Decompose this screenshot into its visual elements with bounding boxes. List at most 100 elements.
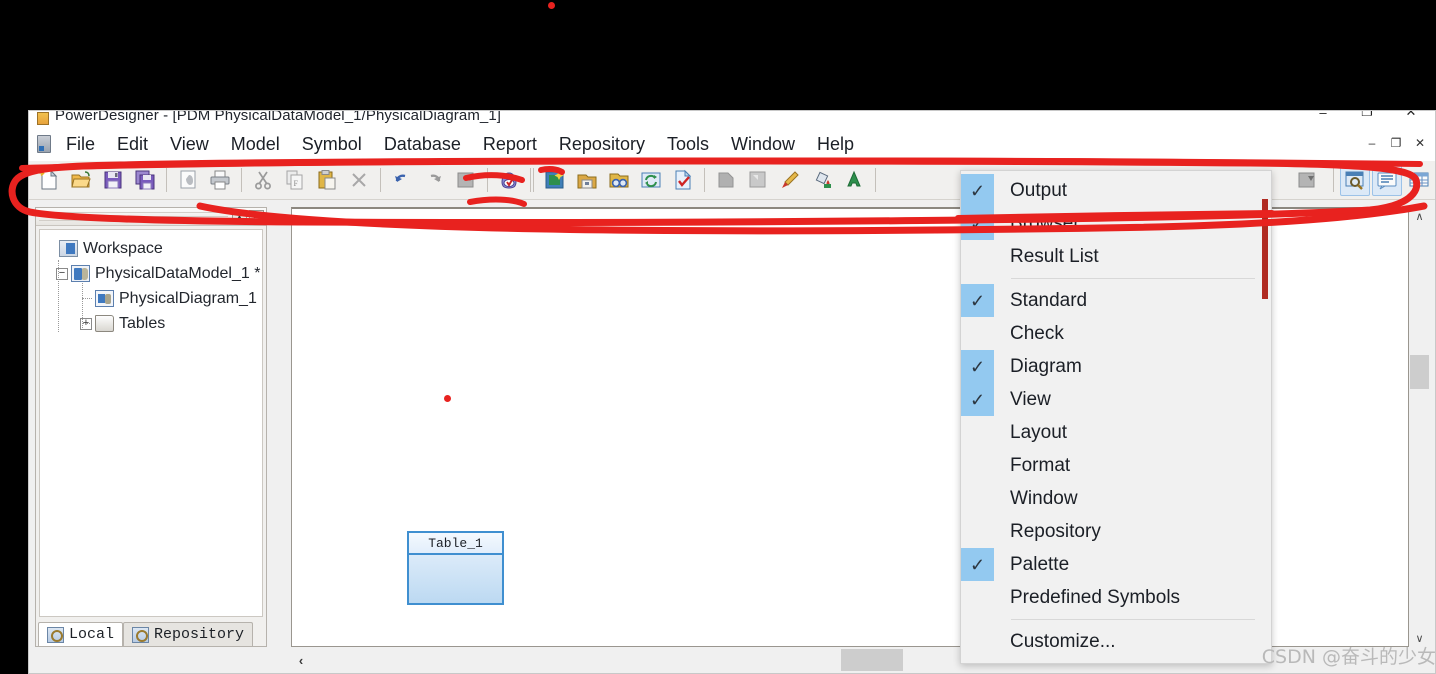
- menu-option-label: Layout: [1010, 421, 1068, 443]
- tree-item-physicaldiagram[interactable]: PhysicalDiagram_1: [44, 286, 258, 311]
- undo-icon[interactable]: [387, 164, 417, 196]
- print-preview-icon[interactable]: [173, 164, 203, 196]
- cut-icon[interactable]: [248, 164, 278, 196]
- open-icon[interactable]: [66, 164, 96, 196]
- shadow-icon[interactable]: [743, 164, 773, 196]
- checkmark-icon: ✓: [961, 284, 994, 317]
- tree-connector: [58, 260, 59, 332]
- scroll-up-button[interactable]: ∧: [1410, 207, 1429, 225]
- menu-option-layout[interactable]: Layout: [961, 416, 1271, 449]
- vertical-scroll-thumb[interactable]: [1410, 355, 1429, 389]
- tree-item-workspace[interactable]: Workspace: [44, 236, 258, 261]
- copy-icon[interactable]: F: [280, 164, 310, 196]
- mdi-close-button[interactable]: ✕: [1409, 133, 1431, 153]
- scroll-left-button[interactable]: ‹: [291, 649, 311, 671]
- toolbar-separator: [704, 168, 705, 192]
- tree-item-tables[interactable]: + Tables: [44, 311, 258, 336]
- menu-option-standard[interactable]: ✓ Standard: [961, 284, 1271, 317]
- shape-icon[interactable]: [711, 164, 741, 196]
- refresh-icon[interactable]: [636, 164, 666, 196]
- menu-item-model[interactable]: Model: [220, 131, 291, 158]
- vertical-scrollbar[interactable]: ∧ ∨: [1410, 207, 1429, 647]
- validate-icon[interactable]: [668, 164, 698, 196]
- brush-icon[interactable]: [775, 164, 805, 196]
- mdi-restore-button[interactable]: ❐: [1385, 133, 1407, 153]
- menu-item-symbol[interactable]: Symbol: [291, 131, 373, 158]
- save-all-icon[interactable]: [130, 164, 160, 196]
- menu-option-predefined-symbols[interactable]: Predefined Symbols: [961, 581, 1271, 614]
- print-icon[interactable]: [205, 164, 235, 196]
- toolbar-separator: [1333, 168, 1334, 192]
- font-color-icon[interactable]: [839, 164, 869, 196]
- menu-option-customize[interactable]: Customize...: [961, 625, 1271, 658]
- vertical-scroll-track[interactable]: [1410, 225, 1429, 629]
- result-list-panel-icon[interactable]: [1404, 164, 1434, 196]
- table-symbol-name: Table_1: [409, 533, 502, 555]
- document-icon: [37, 135, 51, 153]
- minimize-button[interactable]: –: [1301, 111, 1345, 125]
- menu-item-database[interactable]: Database: [373, 131, 472, 158]
- menu-option-label: Customize...: [1010, 630, 1116, 652]
- paste-icon[interactable]: [312, 164, 342, 196]
- new-model-icon[interactable]: [34, 164, 64, 196]
- delete-icon[interactable]: [344, 164, 374, 196]
- redo-icon[interactable]: [419, 164, 449, 196]
- toolbar-separator: [380, 168, 381, 192]
- menu-item-window[interactable]: Window: [720, 131, 806, 158]
- menu-item-view[interactable]: View: [159, 131, 220, 158]
- svg-text:F: F: [294, 179, 299, 188]
- new-diagram-icon[interactable]: [540, 164, 570, 196]
- output-panel-icon[interactable]: [1372, 164, 1402, 196]
- menu-option-result-list[interactable]: Result List: [961, 240, 1271, 273]
- menu-option-check[interactable]: Check: [961, 317, 1271, 350]
- annotation-dot-top: [548, 2, 555, 9]
- menu-item-tools[interactable]: Tools: [656, 131, 720, 158]
- menu-item-repository[interactable]: Repository: [548, 131, 656, 158]
- menu-option-repository[interactable]: Repository: [961, 515, 1271, 548]
- repository-icon: [132, 626, 150, 643]
- table-symbol[interactable]: Table_1: [407, 531, 504, 605]
- mdi-child-controls[interactable]: – ❐ ✕: [1361, 133, 1431, 153]
- checkmark-placeholder: [961, 240, 994, 273]
- menu-option-format[interactable]: Format: [961, 449, 1271, 482]
- pin-button[interactable]: ▲: [232, 209, 247, 224]
- menu-option-output[interactable]: ✓ Output: [961, 174, 1271, 207]
- properties-icon[interactable]: [451, 164, 481, 196]
- save-icon[interactable]: [98, 164, 128, 196]
- window-controls[interactable]: – ❐ ✕: [1301, 111, 1433, 125]
- check-model-icon[interactable]: [494, 164, 524, 196]
- mdi-minimize-button[interactable]: –: [1361, 133, 1383, 153]
- menu-item-edit[interactable]: Edit: [106, 131, 159, 158]
- find-object-icon[interactable]: [604, 164, 634, 196]
- menu-item-file[interactable]: File: [55, 131, 106, 158]
- menu-option-palette[interactable]: ✓ Palette: [961, 548, 1271, 581]
- menu-option-browser[interactable]: ✓ Browser: [961, 207, 1271, 240]
- view-toolbars-menu[interactable]: ✓ Output ✓ Browser Result List ✓ Standar…: [960, 170, 1272, 664]
- checkmark-icon: ✓: [961, 174, 994, 207]
- package-icon[interactable]: [572, 164, 602, 196]
- checkmark-placeholder: [961, 317, 994, 350]
- restore-button[interactable]: ❐: [1345, 111, 1389, 125]
- checkmark-placeholder: [961, 416, 994, 449]
- browser-panel-icon[interactable]: [1340, 164, 1370, 196]
- close-button[interactable]: ✕: [1389, 111, 1433, 125]
- checkmark-icon: ✓: [961, 350, 994, 383]
- menu-separator: [1011, 278, 1255, 279]
- menu-option-window[interactable]: Window: [961, 482, 1271, 515]
- toolbar-separator: [241, 168, 242, 192]
- tree-connector: [82, 298, 92, 299]
- menu-item-help[interactable]: Help: [806, 131, 865, 158]
- browser-tree[interactable]: Workspace − PhysicalDataModel_1 * Physic…: [39, 229, 263, 617]
- extra-properties-icon[interactable]: [1292, 164, 1322, 196]
- checkmark-placeholder: [961, 625, 994, 658]
- menu-item-report[interactable]: Report: [472, 131, 548, 158]
- tab-repository[interactable]: Repository: [123, 622, 254, 646]
- menu-option-view[interactable]: ✓ View: [961, 383, 1271, 416]
- horizontal-scroll-thumb[interactable]: [841, 649, 903, 671]
- tab-local[interactable]: Local: [38, 622, 124, 646]
- menu-option-label: Browser: [1010, 212, 1080, 234]
- menu-option-diagram[interactable]: ✓ Diagram: [961, 350, 1271, 383]
- close-panel-button[interactable]: ✕: [249, 209, 264, 224]
- tree-item-physicaldatamodel[interactable]: − PhysicalDataModel_1 *: [44, 261, 260, 286]
- fill-color-icon[interactable]: [807, 164, 837, 196]
